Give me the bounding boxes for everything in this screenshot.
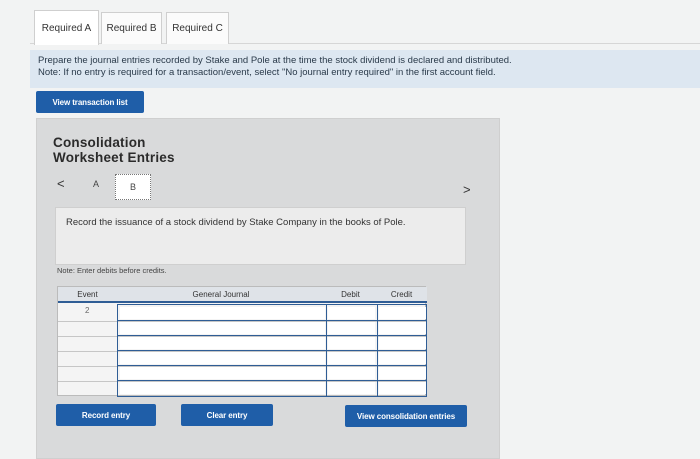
debit-input[interactable] xyxy=(328,352,375,364)
instructions-line-1: Prepare the journal entries recorded by … xyxy=(38,55,512,66)
debit-input[interactable] xyxy=(328,367,375,379)
grid-vline xyxy=(326,305,327,396)
credit-input[interactable] xyxy=(379,367,426,379)
journal-input-grid xyxy=(117,304,427,397)
instructions-line-2: Note: If no entry is required for a tran… xyxy=(38,67,496,78)
grid-vline xyxy=(377,305,378,396)
grid-hline xyxy=(118,365,426,366)
account-input[interactable] xyxy=(120,367,325,379)
view-transaction-list-button[interactable]: View transaction list xyxy=(36,91,144,113)
header-event: Event xyxy=(58,287,117,303)
grid-hline xyxy=(118,380,426,381)
debit-input[interactable] xyxy=(328,322,375,334)
tab-bar: Required A Required B Required C xyxy=(30,8,700,45)
panel-title-line-2: Worksheet Entries xyxy=(53,150,175,165)
journal-grid: Event General Journal Debit Credit 2 xyxy=(57,286,427,397)
credit-input[interactable] xyxy=(379,307,426,319)
record-instruction-text: Record the issuance of a stock dividend … xyxy=(66,217,406,228)
credit-input[interactable] xyxy=(379,382,426,394)
credit-input[interactable] xyxy=(379,352,426,364)
instructions-banner: Prepare the journal entries recorded by … xyxy=(30,50,700,88)
header-general-journal: General Journal xyxy=(117,287,325,303)
chevron-left-icon[interactable]: < xyxy=(57,176,65,191)
debit-input[interactable] xyxy=(328,382,375,394)
account-input[interactable] xyxy=(120,322,325,334)
credit-input[interactable] xyxy=(379,337,426,349)
header-debit: Debit xyxy=(325,287,376,303)
record-instruction-box: Record the issuance of a stock dividend … xyxy=(55,207,466,265)
account-input[interactable] xyxy=(120,382,325,394)
record-entry-button[interactable]: Record entry xyxy=(56,404,156,426)
tab-required-b[interactable]: Required B xyxy=(101,12,162,44)
tab-required-c[interactable]: Required C xyxy=(166,12,229,44)
step-a[interactable]: A xyxy=(93,179,99,189)
event-number: 2 xyxy=(85,306,90,315)
panel-title: Consolidation Worksheet Entries xyxy=(53,135,175,165)
header-credit: Credit xyxy=(376,287,427,303)
account-input[interactable] xyxy=(120,352,325,364)
grid-hline xyxy=(118,320,426,321)
tab-required-a[interactable]: Required A xyxy=(34,10,99,45)
debits-note: Note: Enter debits before credits. xyxy=(57,266,167,275)
debit-input[interactable] xyxy=(328,337,375,349)
step-b-active[interactable]: B xyxy=(115,174,151,200)
account-input[interactable] xyxy=(120,337,325,349)
grid-hline xyxy=(118,335,426,336)
chevron-right-icon[interactable]: > xyxy=(463,182,471,197)
clear-entry-button[interactable]: Clear entry xyxy=(181,404,273,426)
left-edge-fragment xyxy=(0,205,20,235)
view-consolidation-entries-button[interactable]: View consolidation entries xyxy=(345,405,467,427)
step-b-label: B xyxy=(129,182,136,192)
account-input[interactable] xyxy=(120,307,325,319)
grid-hline xyxy=(118,350,426,351)
panel-title-line-1: Consolidation xyxy=(53,135,146,150)
debit-input[interactable] xyxy=(328,307,375,319)
credit-input[interactable] xyxy=(379,322,426,334)
